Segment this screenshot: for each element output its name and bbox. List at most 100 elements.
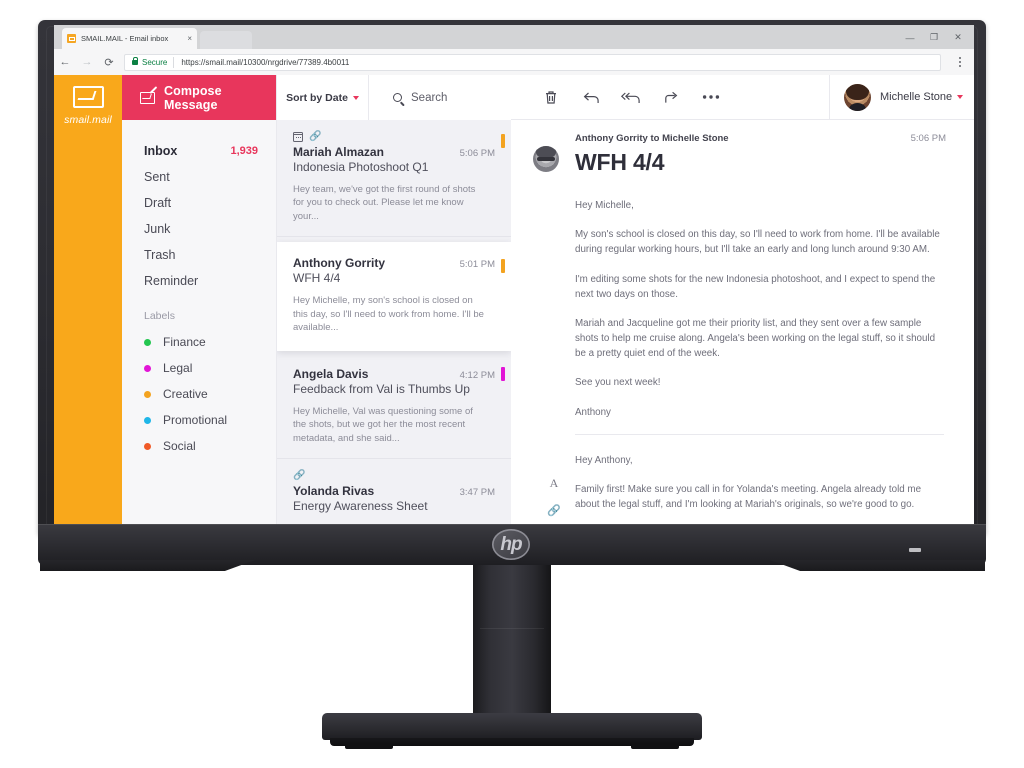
message-list[interactable]: 🔗 Mariah Almazan 5:06 PM Indonesia Photo… [277, 120, 511, 525]
reload-button[interactable]: ⟳ [98, 49, 120, 75]
message-actions [511, 75, 829, 120]
message-participants: Anthony Gorrity to Michelle Stone [575, 133, 729, 144]
brand-name: smail.mail [64, 114, 112, 126]
folder-list: Inbox 1,939 Sent Draft Junk Trash Remind… [122, 120, 276, 294]
compose-label: Compose Message [164, 83, 222, 112]
message-label-flag [501, 366, 505, 381]
back-button[interactable]: ← [54, 49, 76, 75]
sidebar-item-reminder[interactable]: Reminder [122, 268, 276, 294]
label-text: Legal [163, 361, 193, 375]
message-paragraph: My son's school is closed on this day, s… [575, 229, 940, 256]
sidebar-item-junk[interactable]: Junk [122, 216, 276, 242]
browser-navbar: ← → ⟳ Secure https://smail.mail/10300/nr… [54, 49, 974, 76]
list-item[interactable]: 🔗 Yolanda Rivas 3:47 PM Energy Awareness… [277, 459, 511, 525]
message-preview: Hey Michelle, Val was questioning some o… [293, 405, 473, 444]
search-input[interactable]: Search [369, 75, 511, 120]
sidebar-item-inbox[interactable]: Inbox 1,939 [122, 138, 276, 164]
sidebar-label-legal[interactable]: Legal [122, 355, 276, 381]
close-tab-icon[interactable]: × [187, 34, 192, 43]
message-timestamp: 5:06 PM [910, 133, 946, 144]
folder-label: Junk [144, 222, 171, 236]
label-dot-icon [144, 416, 151, 424]
close-window-button[interactable]: ✕ [946, 28, 970, 47]
message-time: 3:47 PM [459, 487, 495, 499]
secure-label: Secure [142, 57, 168, 67]
text-format-icon[interactable]: A [550, 476, 559, 491]
label-list: Finance Legal Creative Promotional Socia… [122, 329, 276, 459]
delete-button[interactable] [531, 75, 571, 120]
reply-all-button[interactable] [611, 75, 651, 120]
compose-message-button[interactable]: Compose Message [122, 75, 276, 120]
browser-menu-icon[interactable] [949, 49, 971, 75]
label-dot-icon [144, 338, 151, 346]
more-options-button[interactable] [691, 75, 731, 120]
url-text: https://smail.mail/10300/nrgdrive/77389.… [181, 57, 350, 67]
sidebar-label-promotional[interactable]: Promotional [122, 407, 276, 433]
sort-by-date-button[interactable]: Sort by Date [277, 75, 369, 120]
monitor-stand-foot [345, 744, 393, 749]
sidebar-label-social[interactable]: Social [122, 433, 276, 459]
monitor-screen: SMAIL.MAIL - Email inbox × — ❐ ✕ ← → ⟳ S… [54, 25, 974, 525]
message-body-scroll[interactable]: Anthony Gorrity to Michelle Stone 5:06 P… [511, 120, 974, 525]
list-item[interactable]: Angela Davis 4:12 PM Feedback from Val i… [277, 355, 511, 460]
reply-toolbar: A 🔗 [533, 453, 575, 525]
message-sender: Yolanda Rivas [293, 484, 375, 499]
message-preview: Hey team, we've got the first round of s… [293, 184, 476, 222]
sidebar: Compose Message Inbox 1,939 Sent Draft J… [122, 75, 277, 525]
label-text: Social [163, 439, 196, 453]
message-sender: Angela Davis [293, 366, 369, 381]
monitor-bezel-flare-left [40, 560, 255, 571]
new-tab-button[interactable] [200, 31, 252, 49]
reply-text[interactable]: Hey Anthony, Family first! Make sure you… [575, 453, 944, 525]
chevron-down-icon [957, 95, 964, 99]
sidebar-item-sent[interactable]: Sent [122, 164, 276, 190]
message-time: 5:01 PM [459, 259, 495, 271]
label-dot-icon [144, 442, 151, 450]
sidebar-item-draft[interactable]: Draft [122, 190, 276, 216]
message-paragraph: Mariah and Jacqueline got me their prior… [575, 317, 936, 360]
sidebar-label-finance[interactable]: Finance [122, 329, 276, 355]
forward-button[interactable]: → [76, 49, 98, 75]
message-paragraph: I'm editing some shots for the new Indon… [575, 273, 936, 300]
sidebar-item-trash[interactable]: Trash [122, 242, 276, 268]
browser-tab[interactable]: SMAIL.MAIL - Email inbox × [62, 28, 197, 49]
message-label-flag [501, 134, 505, 148]
minimize-button[interactable]: — [898, 28, 922, 47]
chevron-down-icon [352, 95, 359, 100]
address-bar[interactable]: Secure https://smail.mail/10300/nrgdrive… [124, 53, 941, 71]
folder-label: Trash [144, 248, 176, 262]
label-dot-icon [144, 390, 151, 398]
monitor-stand-base [322, 713, 702, 740]
label-text: Creative [163, 387, 208, 401]
sort-label: Sort by Date [286, 91, 348, 104]
reply-compose-area[interactable]: A 🔗 Hey Anthony, Family first! Make sure… [511, 435, 974, 525]
list-item[interactable]: Anthony Gorrity 5:01 PM WFH 4/4 Hey Mich… [277, 242, 511, 351]
list-item[interactable]: 🔗 Mariah Almazan 5:06 PM Indonesia Photo… [277, 120, 511, 238]
reply-paragraph: Hey Anthony, [575, 454, 633, 466]
monitor-stand-foot [631, 744, 679, 749]
search-placeholder: Search [411, 91, 448, 104]
brand-rail: smail.mail [54, 75, 122, 525]
avatar [844, 83, 871, 111]
envelope-logo-icon [72, 86, 104, 108]
account-name: Michelle Stone [880, 91, 953, 103]
power-indicator-led [909, 548, 921, 552]
calendar-icon [293, 131, 303, 142]
paperclip-icon[interactable]: 🔗 [547, 504, 561, 517]
message-subject: Energy Awareness Sheet [293, 499, 428, 514]
forward-button[interactable] [651, 75, 691, 120]
folder-label: Sent [144, 170, 170, 184]
folder-label: Reminder [144, 274, 199, 288]
message-body: Hey Michelle, My son's school is closed … [511, 176, 974, 420]
folder-label: Inbox [144, 144, 178, 158]
account-menu[interactable]: Michelle Stone [829, 75, 974, 120]
desktop-monitor-scene: SMAIL.MAIL - Email inbox × — ❐ ✕ ← → ⟳ S… [0, 0, 1024, 768]
reading-pane: Michelle Stone Anthony Gorrity to Michel… [511, 75, 974, 525]
hp-logo: hp [492, 529, 530, 560]
reply-button[interactable] [571, 75, 611, 120]
unread-count: 1,939 [230, 145, 258, 157]
sidebar-label-creative[interactable]: Creative [122, 381, 276, 407]
omnibox-divider [173, 56, 175, 68]
labels-heading: Labels [144, 310, 175, 322]
maximize-button[interactable]: ❐ [922, 28, 946, 47]
